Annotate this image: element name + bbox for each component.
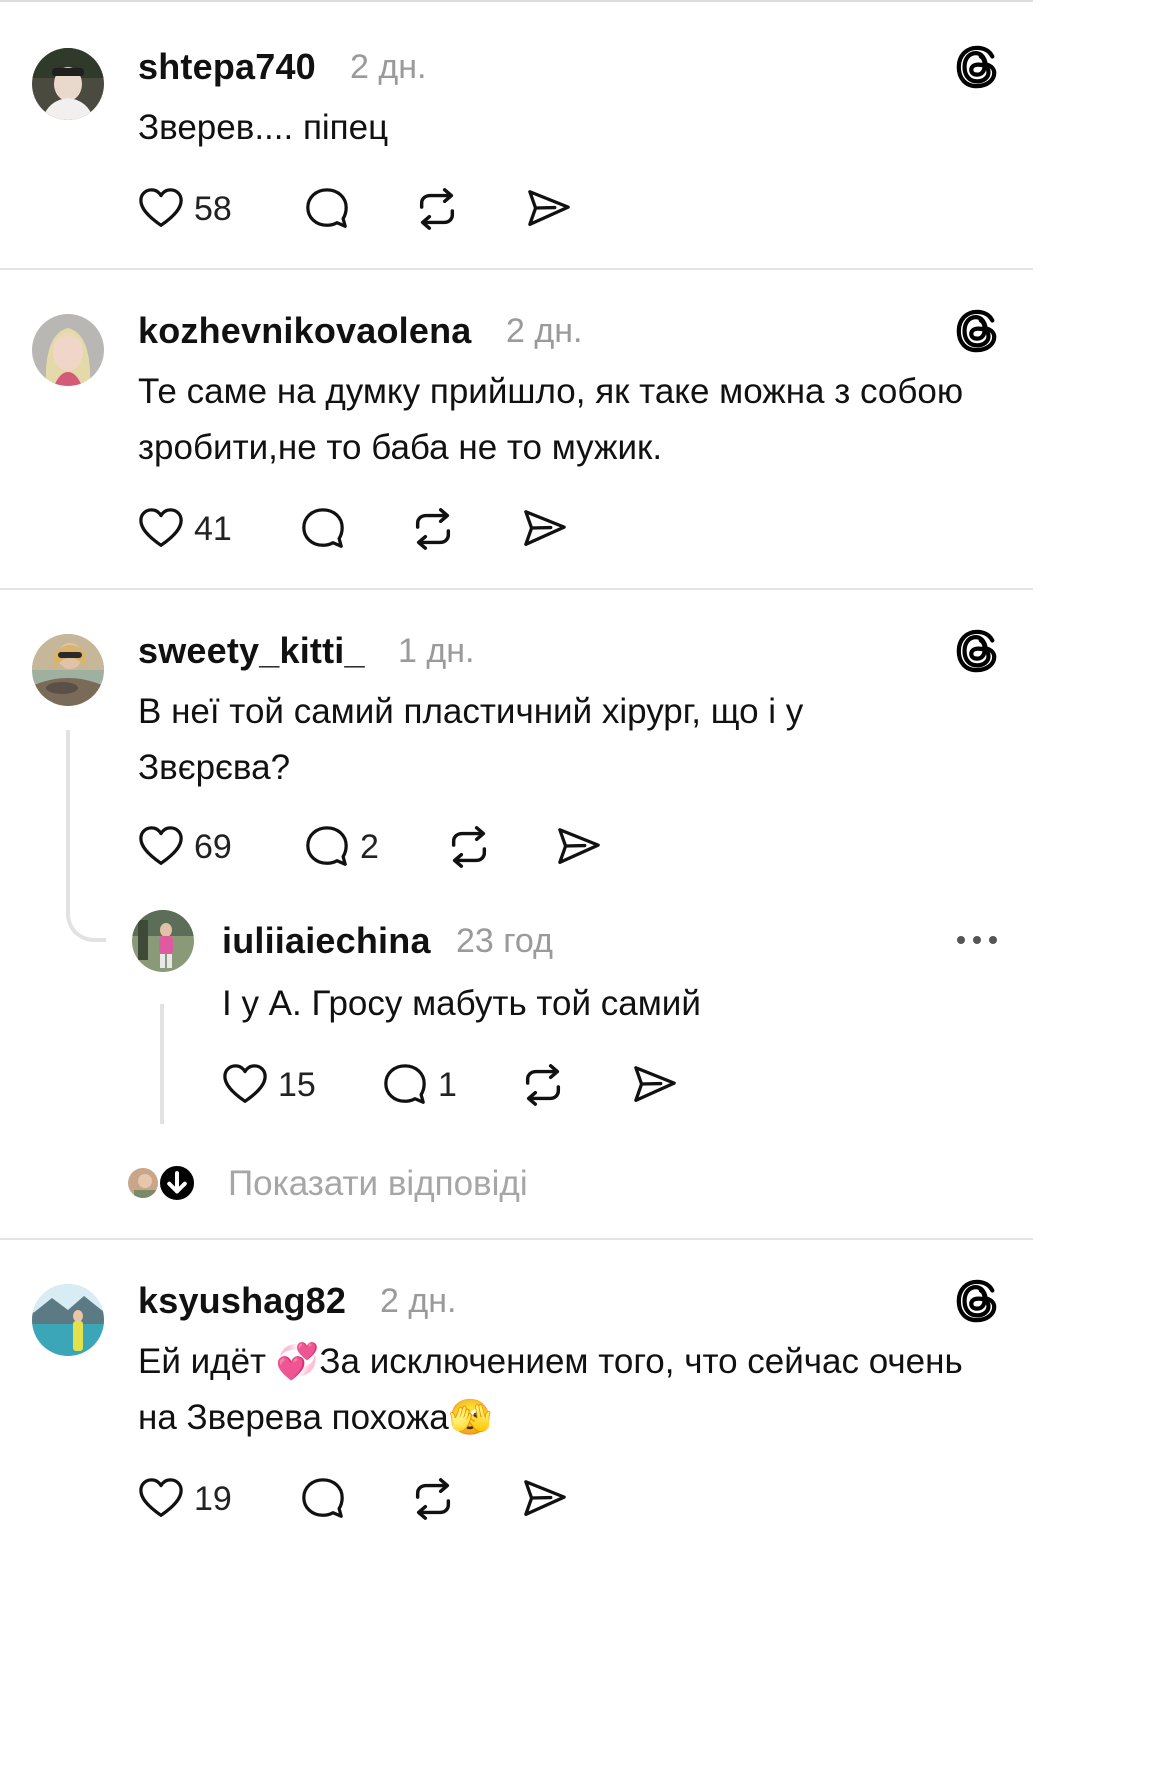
- show-replies-link[interactable]: Показати відповіді: [228, 1164, 528, 1204]
- heart-icon: [138, 824, 184, 870]
- username[interactable]: kozhevnikovaolena: [138, 310, 472, 352]
- share-button[interactable]: [522, 1474, 568, 1524]
- reply-text: І у А. Гросу мабуть той самий: [222, 984, 701, 1023]
- post-text: В неї той самий пластичний хірург, що і …: [138, 692, 804, 787]
- post-text: Ей идёт 💞За исключением того, что сейчас…: [138, 1342, 963, 1437]
- repost-icon: [446, 824, 492, 870]
- like-button[interactable]: 41: [138, 504, 232, 554]
- heart-icon: [138, 506, 184, 552]
- comment-button[interactable]: [304, 184, 350, 234]
- comment-icon: [304, 186, 350, 232]
- reply-count: 1: [438, 1065, 457, 1104]
- repost-button[interactable]: [520, 1060, 566, 1110]
- heart-icon: [138, 186, 184, 232]
- mini-avatar: [126, 1166, 160, 1200]
- comment-button[interactable]: [300, 504, 346, 554]
- share-icon: [522, 1476, 568, 1522]
- share-icon: [526, 186, 572, 232]
- share-button[interactable]: [556, 822, 602, 872]
- heart-icon: [138, 1476, 184, 1522]
- arrow-down-icon: [160, 1166, 194, 1200]
- comment-icon: [382, 1062, 428, 1108]
- more-dots-icon[interactable]: [955, 934, 999, 946]
- share-icon: [522, 506, 568, 552]
- like-button[interactable]: 15: [222, 1060, 316, 1110]
- threads-logo-icon[interactable]: [954, 1278, 1000, 1324]
- timestamp: 2 дн.: [350, 48, 427, 86]
- repost-button[interactable]: [410, 1474, 456, 1524]
- comment-icon: [304, 824, 350, 870]
- repost-button[interactable]: [446, 822, 492, 872]
- reply-count: 2: [360, 827, 379, 866]
- reply-avatar[interactable]: [132, 910, 194, 972]
- username[interactable]: iuliiaiechina: [222, 920, 431, 962]
- avatar[interactable]: [32, 1284, 104, 1356]
- post: ksyushag82 2 дн. Ей идёт 💞За исключением…: [0, 1240, 1033, 1562]
- timestamp: 1 дн.: [398, 632, 475, 670]
- share-button[interactable]: [526, 184, 572, 234]
- share-icon: [632, 1062, 678, 1108]
- threads-logo-icon[interactable]: [954, 628, 1000, 674]
- post-text: Зверев.... піпец: [138, 108, 389, 147]
- comment-button[interactable]: [300, 1474, 346, 1524]
- comment-button[interactable]: 1: [382, 1060, 457, 1110]
- post-text: Те саме на думку прийшло, як таке можна …: [138, 372, 964, 467]
- like-count: 69: [194, 827, 232, 866]
- repost-icon: [410, 1476, 456, 1522]
- username[interactable]: sweety_kitti_: [138, 630, 365, 672]
- like-count: 58: [194, 189, 232, 228]
- reply-thread-line: [160, 1004, 164, 1124]
- avatar[interactable]: [32, 634, 104, 706]
- like-count: 41: [194, 509, 232, 548]
- comment-icon: [300, 506, 346, 552]
- like-count: 19: [194, 1479, 232, 1518]
- repost-button[interactable]: [414, 184, 460, 234]
- like-button[interactable]: 58: [138, 184, 232, 234]
- timestamp: 23 год: [456, 922, 553, 960]
- post: shtepa740 2 дн. Зверев.... піпец 58: [0, 0, 1033, 268]
- comment-button[interactable]: 2: [304, 822, 379, 872]
- heart-icon: [222, 1062, 268, 1108]
- repost-button[interactable]: [410, 504, 456, 554]
- post: kozhevnikovaolena 2 дн. Те саме на думку…: [0, 270, 1033, 588]
- share-icon: [556, 824, 602, 870]
- share-button[interactable]: [522, 504, 568, 554]
- username[interactable]: ksyushag82: [138, 1280, 346, 1322]
- timestamp: 2 дн.: [380, 1282, 457, 1320]
- comment-icon: [300, 1476, 346, 1522]
- repost-icon: [410, 506, 456, 552]
- like-count: 15: [278, 1065, 316, 1104]
- thread-connector: [66, 730, 106, 942]
- avatar[interactable]: [32, 314, 104, 386]
- timestamp: 2 дн.: [506, 312, 583, 350]
- share-button[interactable]: [632, 1060, 678, 1110]
- show-replies-badge[interactable]: [158, 1164, 196, 1202]
- threads-logo-icon[interactable]: [954, 44, 1000, 90]
- repost-icon: [414, 186, 460, 232]
- threads-logo-icon[interactable]: [954, 308, 1000, 354]
- username[interactable]: shtepa740: [138, 46, 316, 88]
- post: sweety_kitti_ 1 дн. В неї той самий плас…: [0, 590, 1033, 1238]
- like-button[interactable]: 69: [138, 822, 232, 872]
- avatar[interactable]: [32, 48, 104, 120]
- repost-icon: [520, 1062, 566, 1108]
- like-button[interactable]: 19: [138, 1474, 232, 1524]
